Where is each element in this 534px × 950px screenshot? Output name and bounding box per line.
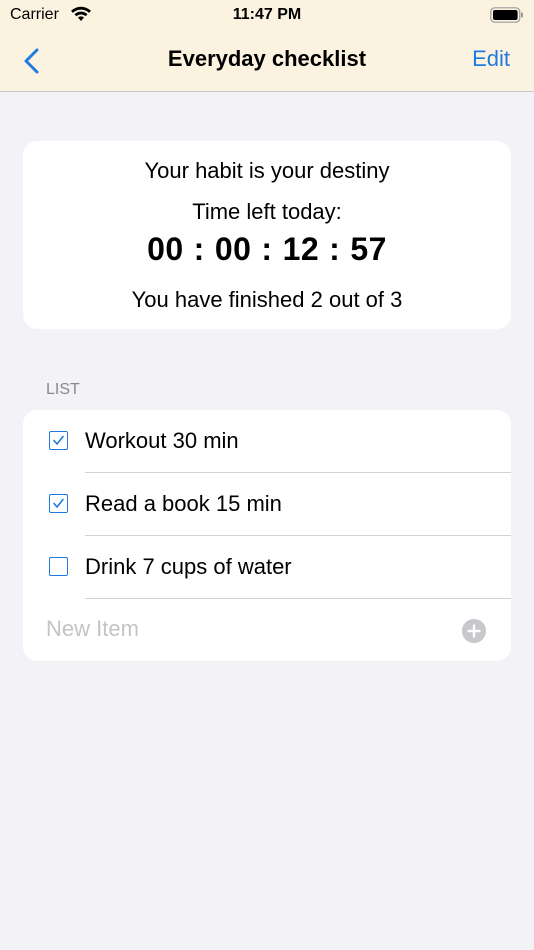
countdown-hours: 00	[214, 231, 252, 267]
row-divider	[85, 598, 511, 599]
checklist-card: Workout 30 min Read a book 15 min Drink …	[23, 410, 511, 661]
countdown-days: 00	[147, 231, 184, 267]
list-item[interactable]: Drink 7 cups of water	[23, 536, 511, 599]
status-time: 11:47 PM	[232, 6, 302, 23]
list-section-header: LIST	[46, 381, 80, 398]
checkbox-icon[interactable]	[49, 494, 68, 513]
summary-card: Your habit is your destiny Time left tod…	[23, 141, 511, 329]
progress-text: You have finished 2 out of 3	[131, 287, 403, 312]
countdown-timer: 00:00:12:57	[147, 231, 387, 267]
countdown-minutes: 12	[282, 231, 320, 267]
list-item-label: Read a book 15 min	[85, 491, 282, 516]
checkbox-icon[interactable]	[49, 431, 68, 450]
list-item-label: Drink 7 cups of water	[85, 554, 292, 579]
page-title: Everyday checklist	[167, 46, 367, 71]
plus-circle-icon[interactable]	[462, 619, 486, 643]
edit-button[interactable]: Edit	[472, 46, 510, 72]
list-item[interactable]: Workout 30 min	[23, 410, 511, 473]
time-left-label: Time left today:	[192, 199, 342, 224]
new-item-input[interactable]	[46, 616, 446, 642]
battery-icon	[490, 7, 523, 23]
countdown-seconds: 57	[350, 231, 387, 267]
navigation-bar: Everyday checklist Edit	[0, 30, 534, 92]
list-item[interactable]: Read a book 15 min	[23, 473, 511, 536]
motto-text: Your habit is your destiny	[144, 158, 390, 183]
list-item-label: Workout 30 min	[85, 428, 239, 453]
checkbox-icon[interactable]	[49, 557, 68, 576]
status-bar: Carrier 11:47 PM	[0, 0, 534, 30]
